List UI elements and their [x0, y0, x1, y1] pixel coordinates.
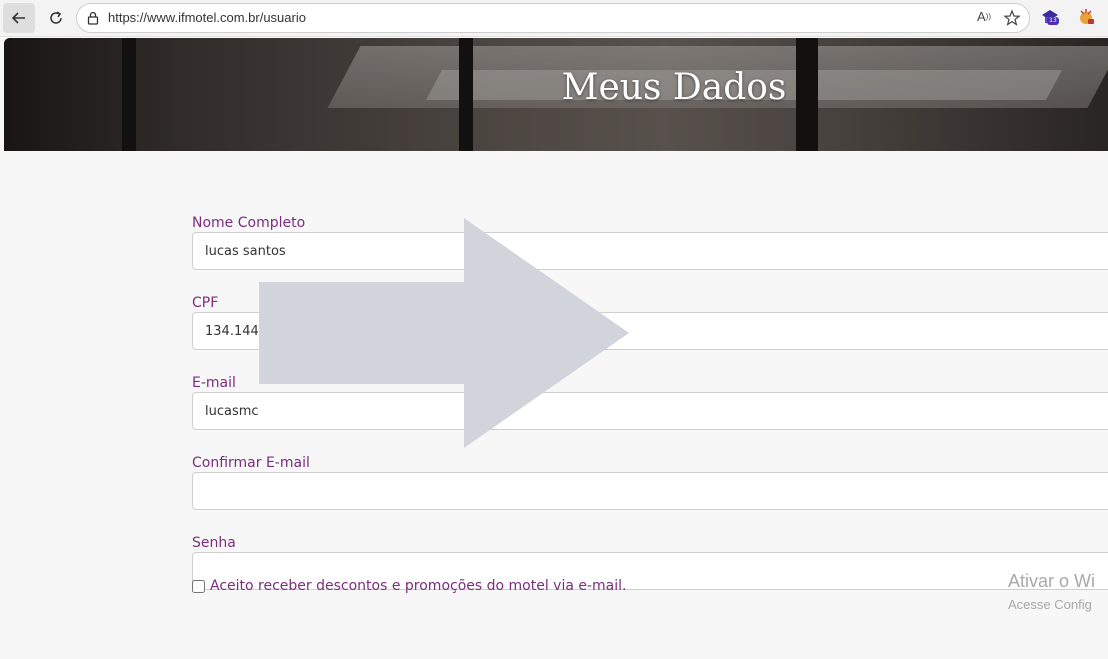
address-bar[interactable]: https://www.ifmotel.com.br/usuario A)): [76, 3, 1030, 33]
reload-icon: [50, 11, 62, 24]
back-button[interactable]: [3, 3, 35, 33]
page-title: Meus Dados: [561, 67, 787, 108]
arrow-right-icon: [259, 218, 629, 448]
browser-toolbar: https://www.ifmotel.com.br/usuario A)) 1…: [0, 0, 1108, 37]
password-label: Senha: [192, 535, 236, 551]
newsletter-checkbox[interactable]: [192, 579, 205, 593]
email-label: E-mail: [192, 375, 236, 391]
extension-icon-2[interactable]: [1076, 7, 1096, 27]
extension-badge: 13: [1047, 17, 1059, 25]
confirm-email-label: Confirmar E-mail: [192, 455, 310, 471]
hero-banner: Meus Dados: [4, 38, 1108, 151]
activation-watermark-title: Ativar o Wi: [1008, 571, 1096, 591]
cpf-label: CPF: [192, 295, 219, 311]
lock-icon[interactable]: [85, 10, 101, 26]
favorite-star-icon[interactable]: [1003, 9, 1021, 27]
newsletter-row: Aceito receber descontos e promoções do …: [192, 578, 627, 594]
reload-button[interactable]: [40, 3, 72, 33]
read-aloud-icon[interactable]: A)): [977, 9, 991, 24]
newsletter-label[interactable]: Aceito receber descontos e promoções do …: [210, 578, 627, 594]
back-arrow-icon: [11, 12, 25, 24]
activation-watermark-subtitle: Acesse Config: [1008, 597, 1092, 612]
confirm-email-input[interactable]: [192, 472, 1108, 510]
url-text[interactable]: https://www.ifmotel.com.br/usuario: [108, 10, 306, 25]
